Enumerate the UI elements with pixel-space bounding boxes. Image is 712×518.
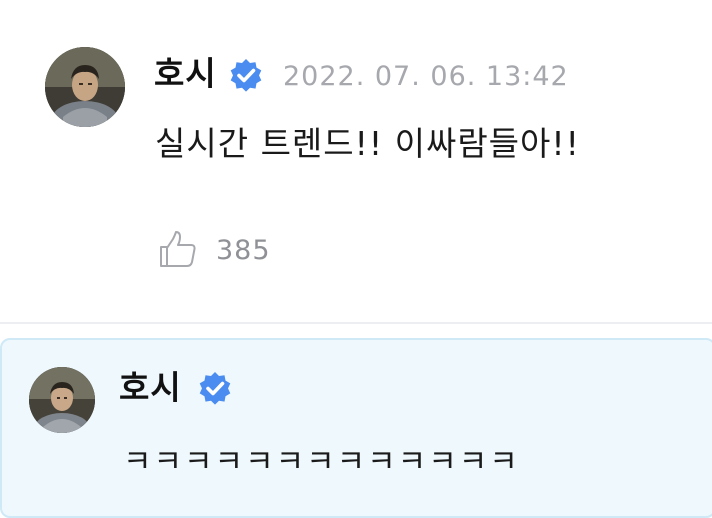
reply-author-name[interactable]: 호시: [119, 366, 182, 410]
comment-text: 실시간 트렌드!! 이싸람들아!!: [155, 124, 580, 163]
comment-post: 호시 2022. 07. 06. 13:42 실시간 트렌드!! 이싸람들아!!…: [0, 0, 712, 322]
author-name[interactable]: 호시: [154, 52, 217, 96]
like-count: 385: [216, 235, 271, 266]
avatar-photo-icon: [45, 47, 125, 127]
reply-author-avatar[interactable]: [29, 367, 95, 433]
verified-badge-icon: [199, 372, 231, 405]
post-timestamp: 2022. 07. 06. 13:42: [283, 61, 569, 92]
divider: [0, 322, 712, 324]
verified-badge-icon: [230, 59, 262, 92]
author-avatar[interactable]: [45, 47, 125, 127]
avatar-photo-icon: [29, 367, 95, 433]
thumbs-up-icon[interactable]: [158, 229, 198, 269]
reply-text: ㅋㅋㅋㅋㅋㅋㅋㅋㅋㅋㅋㅋㅋ: [123, 444, 520, 480]
reply-comment: [0, 338, 712, 518]
